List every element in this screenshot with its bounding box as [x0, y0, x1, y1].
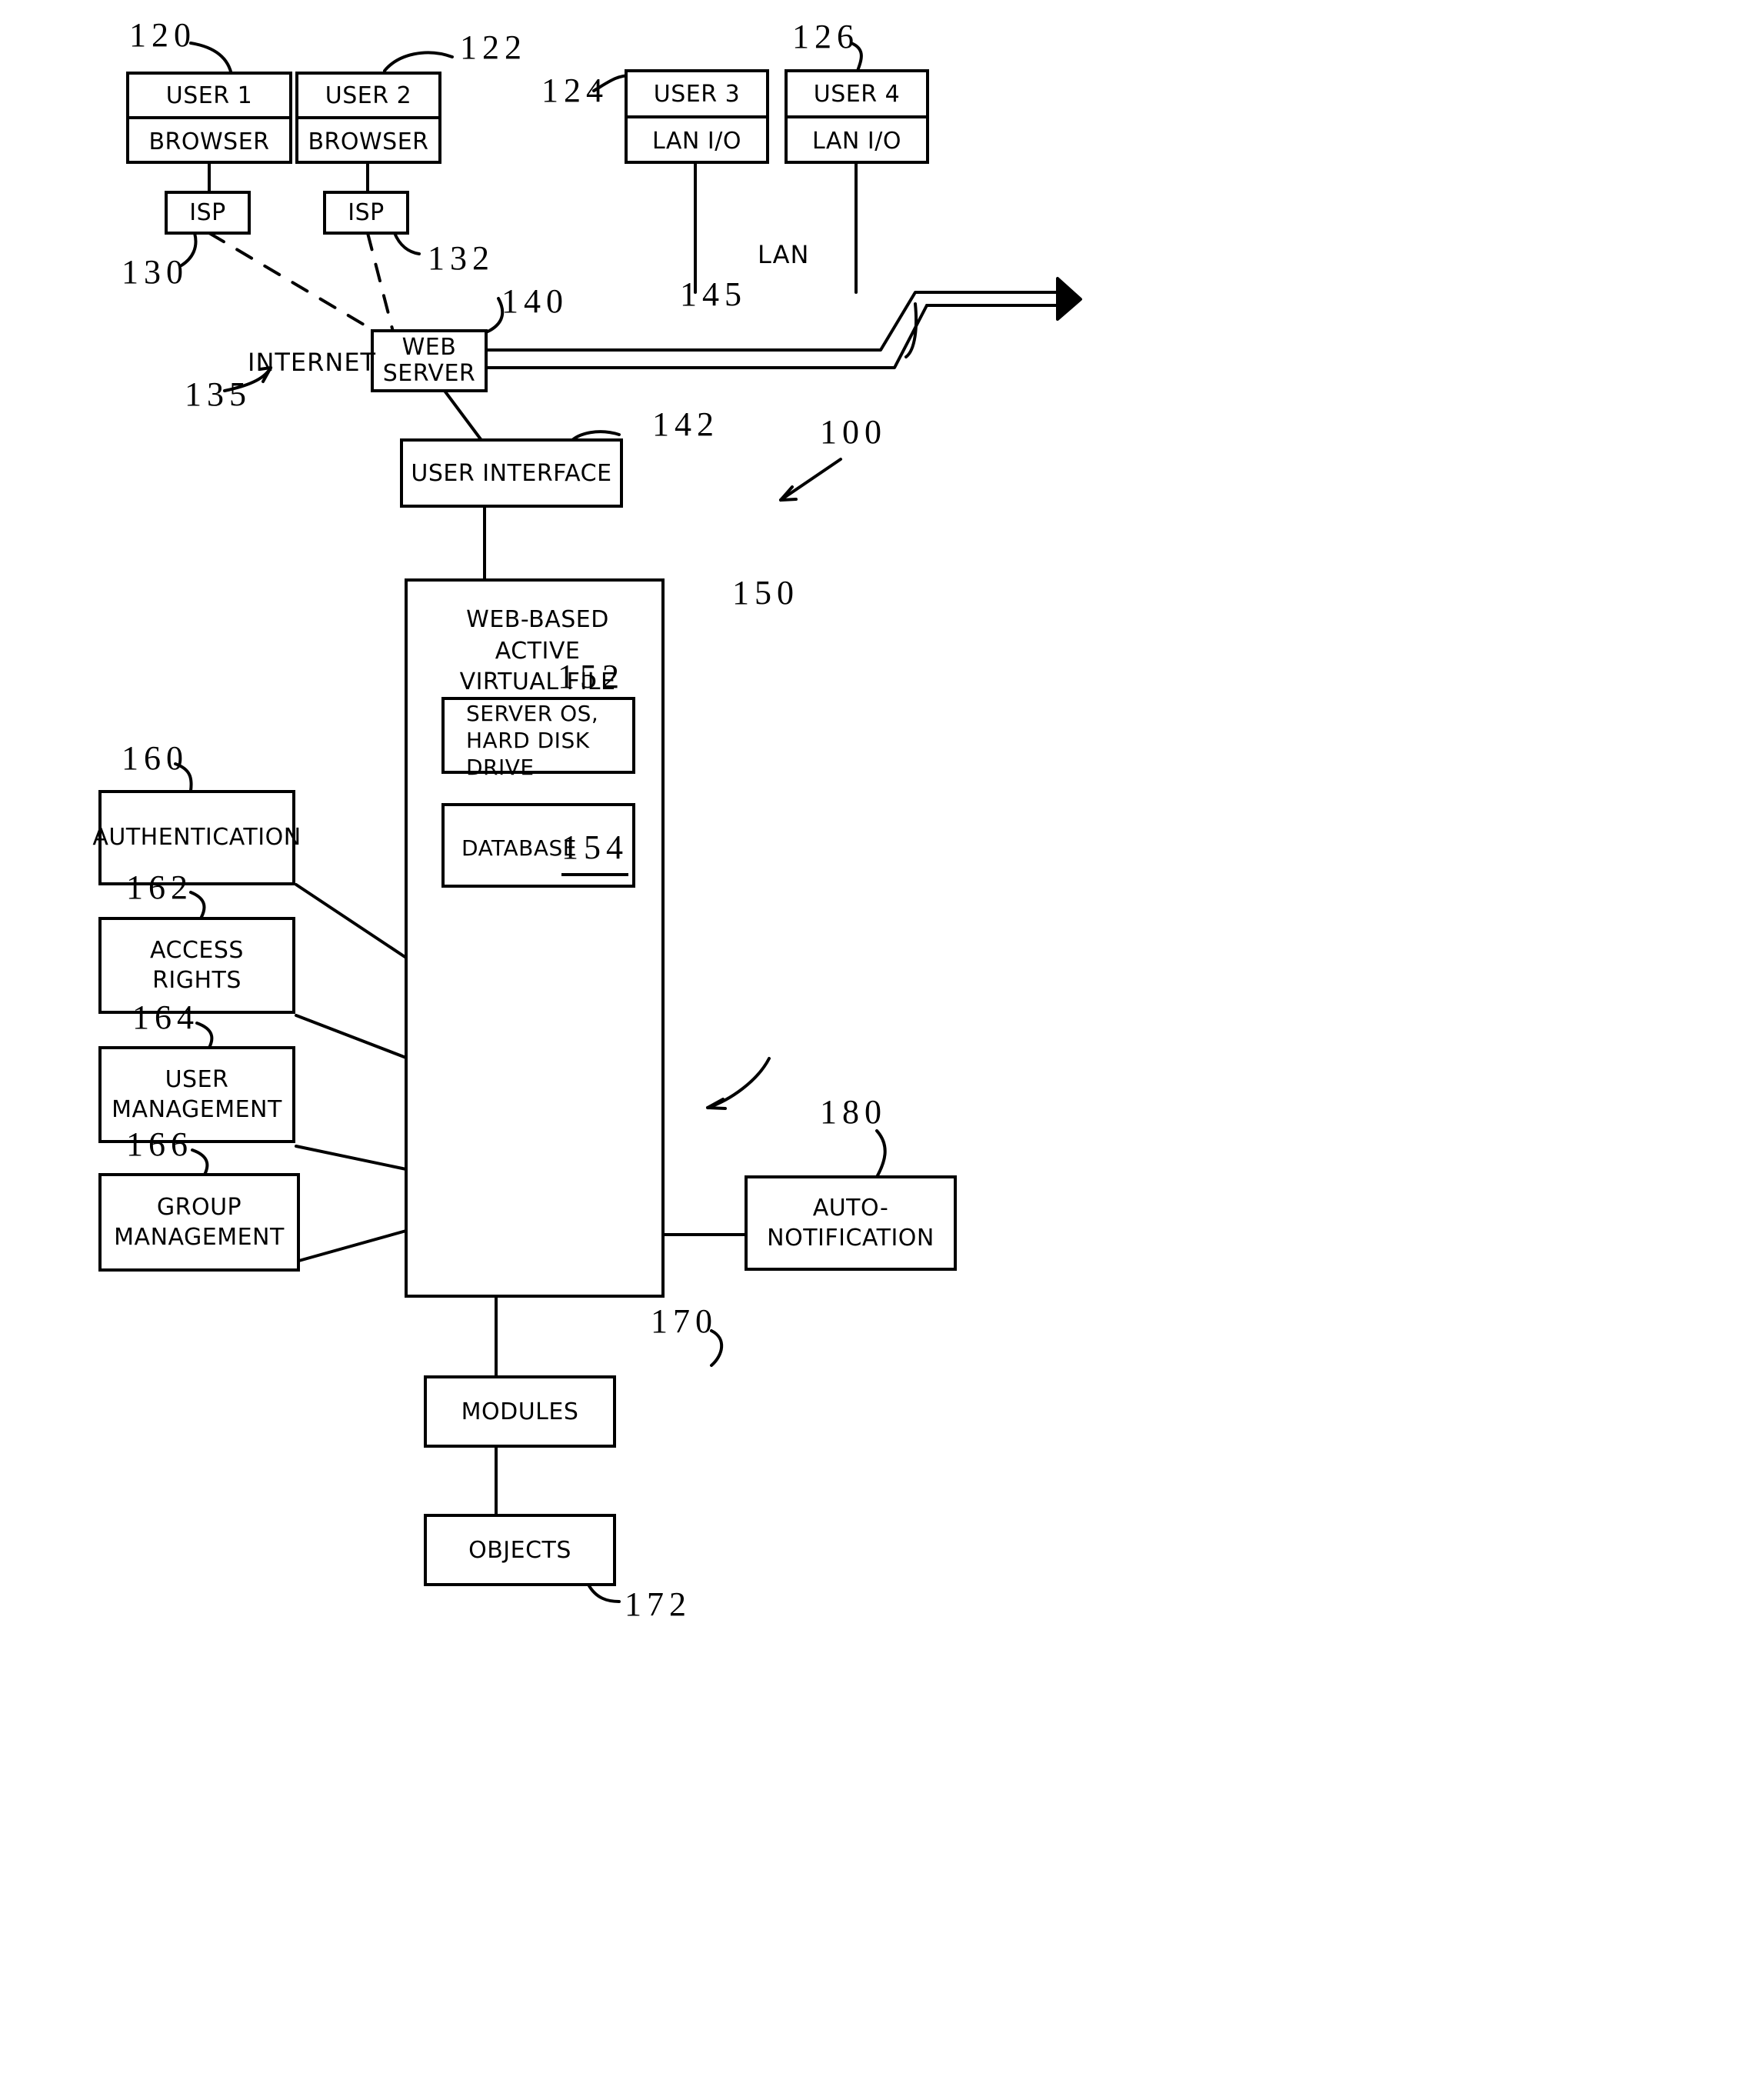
client-node-title-text: USER 3 — [653, 80, 741, 108]
lan-bus-join — [918, 291, 1059, 307]
ref-number-132: 132 — [428, 239, 495, 277]
service-node-line-2: MANAGEMENT — [114, 1224, 285, 1251]
server-os-node: SERVER OS, HARD DISK DRIVE — [441, 697, 635, 780]
ref-number-126: 126 — [792, 18, 859, 55]
lan-bus-lower — [485, 304, 1059, 369]
isp-node-2: ISP — [323, 191, 409, 235]
link-usermgmt-wavfs — [295, 1145, 408, 1171]
database-label: DATABASE — [461, 835, 577, 861]
leader-122 — [383, 51, 454, 72]
client-node-title: USER 2 — [298, 75, 438, 119]
leader-150-head — [706, 1098, 727, 1110]
objects-node: OBJECTS — [424, 1514, 616, 1586]
ref-number-166: 166 — [126, 1125, 193, 1163]
ref-number-152: 152 — [558, 658, 625, 695]
server-os-line-2: HARD DISK DRIVE — [466, 728, 590, 780]
ref-number-124: 124 — [541, 72, 608, 109]
web-server-line-1: WEB — [401, 334, 457, 362]
client-node-subtitle-text: LAN I/O — [652, 128, 741, 155]
internet-link-isp2 — [366, 232, 395, 336]
database-node: DATABASE 154 — [441, 803, 635, 888]
link-groupmgmt-wavfs — [295, 1229, 408, 1263]
link-webserver-ui — [443, 389, 482, 441]
modules-node: MODULES — [424, 1375, 616, 1448]
service-node-line-1: ACCESS — [150, 937, 244, 964]
lan-arrowhead — [1056, 277, 1082, 321]
client-node-title: USER 4 — [788, 72, 926, 118]
service-node-line-1: GROUP — [156, 1194, 242, 1221]
client-node-title-text: USER 2 — [325, 82, 412, 109]
client-node-subtitle-text: LAN I/O — [812, 128, 901, 155]
leader-180 — [875, 1129, 887, 1178]
service-node-line-2: MANAGEMENT — [112, 1096, 282, 1123]
client-node-subtitle: LAN I/O — [788, 118, 926, 164]
link-access-wavfs — [295, 1014, 408, 1059]
ref-number-130: 130 — [122, 253, 188, 291]
patent-figure: USER 1 BROWSER USER 2 BROWSER USER 3 LAN… — [0, 0, 1739, 2100]
ref-number-160: 160 — [122, 739, 188, 777]
client-node-title-text: USER 1 — [165, 82, 253, 109]
internet-link-isp1 — [208, 232, 386, 338]
leader-172 — [587, 1583, 621, 1603]
ref-number-140: 140 — [501, 282, 568, 320]
client-node-user-1: USER 1 BROWSER — [126, 72, 292, 164]
ref-number-170: 170 — [651, 1302, 718, 1340]
client-node-subtitle-text: BROWSER — [148, 128, 270, 155]
service-node-line-2: RIGHTS — [152, 967, 242, 994]
client-node-title: USER 1 — [129, 75, 289, 119]
modules-label: MODULES — [461, 1398, 579, 1425]
ref-number-120: 120 — [129, 16, 196, 54]
leader-132 — [393, 232, 421, 255]
objects-label: OBJECTS — [468, 1536, 571, 1564]
service-node-line-1: AUTHENTICATION — [92, 824, 301, 851]
service-node-line-1: USER — [165, 1066, 229, 1093]
service-node-group-management: GROUP MANAGEMENT — [98, 1173, 300, 1272]
leader-100-head — [779, 485, 798, 502]
client-node-user-2: USER 2 BROWSER — [295, 72, 441, 164]
ref-number-164: 164 — [132, 998, 199, 1036]
web-server-line-2: SERVER — [382, 360, 476, 387]
leader-100 — [779, 458, 842, 502]
leader-166 — [191, 1148, 209, 1176]
ref-number-180: 180 — [820, 1093, 887, 1131]
internet-label: INTERNET — [248, 348, 377, 377]
isp-node-label: ISP — [348, 199, 385, 226]
client-node-title-text: USER 4 — [813, 80, 901, 108]
ref-number-135: 135 — [185, 375, 252, 413]
wavfs-node: WEB-BASED ACTIVE VIRTUAL FILE SYSTEM (WA… — [405, 578, 665, 1298]
leader-145 — [904, 302, 918, 358]
ref-number-162: 162 — [126, 868, 193, 906]
auto-notification-line-1: AUTO- — [812, 1195, 889, 1222]
ref-number-142: 142 — [652, 405, 719, 443]
leader-140 — [485, 297, 505, 334]
client-node-subtitle: BROWSER — [129, 119, 289, 164]
client-node-subtitle-text: BROWSER — [308, 128, 429, 155]
user-interface-label: USER INTERFACE — [411, 459, 612, 487]
client-node-user-4: USER 4 LAN I/O — [785, 69, 929, 164]
server-os-line-1: SERVER OS, — [466, 701, 599, 726]
lan-bus-upper — [485, 291, 1059, 352]
ref-number-145: 145 — [680, 275, 747, 313]
client-node-title: USER 3 — [628, 72, 766, 118]
ref-number-122: 122 — [460, 28, 527, 66]
leader-150 — [706, 1057, 771, 1109]
ref-number-150: 150 — [732, 574, 799, 612]
lan-label: LAN — [758, 240, 810, 269]
user-interface-node: USER INTERFACE — [400, 438, 623, 508]
client-node-subtitle: BROWSER — [298, 119, 438, 164]
client-node-subtitle: LAN I/O — [628, 118, 766, 164]
auto-notification-line-2: NOTIFICATION — [767, 1225, 934, 1252]
auto-notification-node: AUTO- NOTIFICATION — [745, 1175, 957, 1271]
ref-number-154: 154 — [561, 828, 628, 876]
isp-node-label: ISP — [189, 199, 226, 226]
client-node-user-3: USER 3 LAN I/O — [625, 69, 769, 164]
isp-node-1: ISP — [165, 191, 251, 235]
ref-number-100: 100 — [820, 413, 887, 451]
web-server-node: WEB SERVER — [371, 329, 488, 392]
ref-number-172: 172 — [625, 1585, 691, 1623]
link-auth-wavfs — [295, 883, 408, 959]
